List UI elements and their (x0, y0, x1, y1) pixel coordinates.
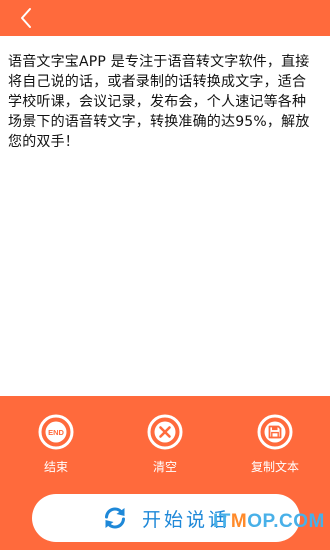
svg-text:END: END (48, 428, 64, 437)
chevron-left-icon (21, 8, 31, 28)
copy-text-label: 复制文本 (250, 460, 299, 474)
clear-x-icon (147, 414, 183, 450)
end-button[interactable]: END 结束 (21, 414, 91, 475)
transcript-text: 语音文字宝APP 是专注于语音转文字软件，直接将自己说的话，或者录制的话转换成文… (8, 54, 310, 150)
top-bar (0, 0, 330, 36)
copy-text-button[interactable]: 复制文本 (240, 414, 310, 475)
save-copy-icon (257, 414, 293, 450)
end-icon: END (38, 414, 74, 450)
watermark-logo: ITMOP.COM (213, 511, 325, 533)
watermark-suffix: OP.COM (247, 511, 325, 532)
watermark-accent: M (230, 511, 248, 532)
back-button[interactable] (12, 4, 40, 32)
clear-button[interactable]: 清空 (130, 414, 200, 475)
transcript-area[interactable]: 语音文字宝APP 是专注于语音转文字软件，直接将自己说的话，或者录制的话转换成文… (0, 36, 330, 396)
watermark-prefix: IT (213, 511, 231, 532)
refresh-icon (104, 507, 125, 529)
end-label: 结束 (43, 460, 68, 474)
clear-label: 清空 (152, 460, 177, 474)
